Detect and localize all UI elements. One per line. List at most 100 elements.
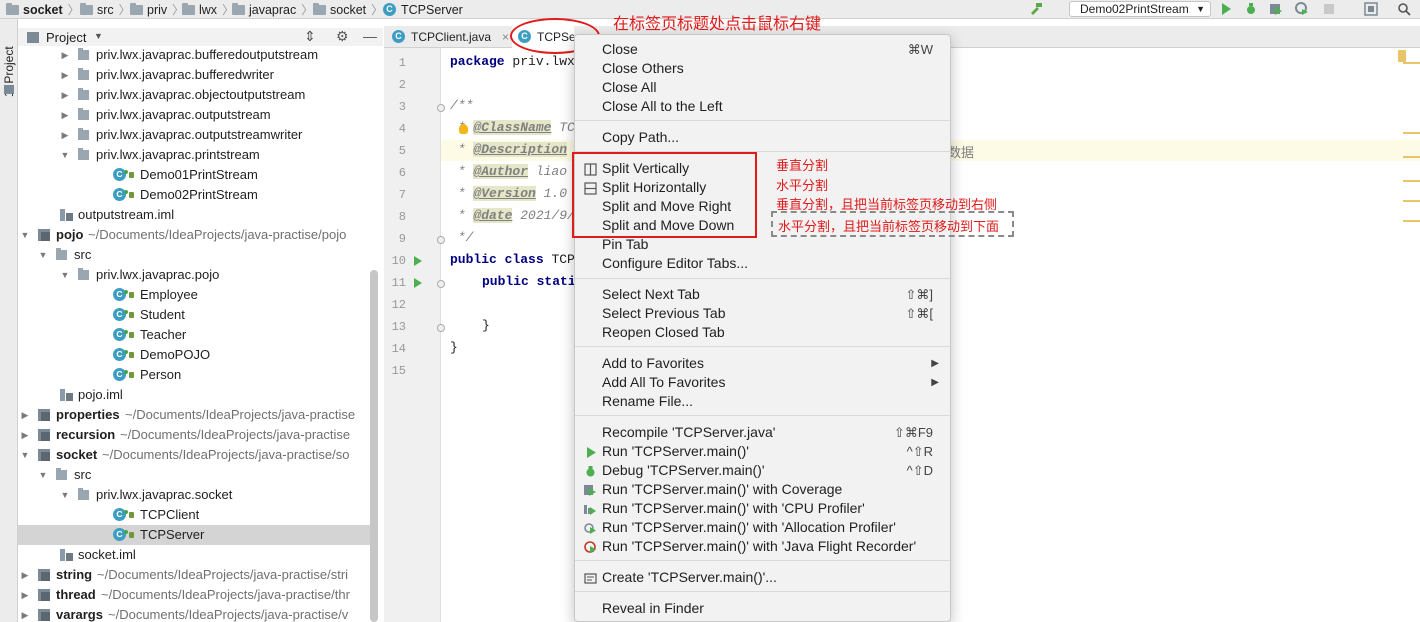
- select-previous-tab-menu-item[interactable]: Select Previous Tab ⇧⌘[: [575, 304, 950, 323]
- tree-row[interactable]: ▶ recursion ~/Documents/IdeaProjects/java-…: [18, 425, 370, 445]
- tree-row[interactable]: C TCPServer: [18, 525, 370, 545]
- crumb-socket[interactable]: socket 〉: [313, 2, 383, 17]
- code-line[interactable]: * @date 2021/9/: [450, 208, 575, 223]
- minimize-icon[interactable]: —: [363, 28, 377, 44]
- expanded-arrow-icon[interactable]: ▼: [60, 145, 70, 165]
- fold-marker-icon[interactable]: [437, 104, 445, 112]
- run-with-coverage-icon[interactable]: [1269, 2, 1283, 16]
- run-class-gutter-icon[interactable]: [414, 256, 422, 266]
- tree-row[interactable]: ▶ properties ~/Documents/IdeaProjects/java…: [18, 405, 370, 425]
- code-line[interactable]: package priv.lwx: [450, 54, 575, 69]
- error-stripe-marker[interactable]: [1403, 156, 1420, 158]
- collapsed-arrow-icon[interactable]: ▶: [20, 565, 30, 585]
- tree-row[interactable]: ▶ varargs ~/Documents/IdeaProjects/java-pr…: [18, 605, 370, 622]
- project-tool-button[interactable]: 1: Project: [2, 33, 16, 101]
- close-menu-item[interactable]: Close ⌘W: [575, 40, 950, 59]
- run-menu-item[interactable]: Run 'TCPServer.main()' ^⇧R: [575, 442, 950, 461]
- crumb-tcpserver[interactable]: C TCPServer: [383, 2, 463, 17]
- expanded-arrow-icon[interactable]: ▼: [20, 445, 30, 465]
- code-line[interactable]: * @Author liao: [450, 164, 567, 179]
- crumb-src[interactable]: src 〉: [80, 2, 131, 17]
- project-tree-scrollbar[interactable]: [370, 270, 378, 622]
- project-structure-icon[interactable]: [1364, 2, 1378, 16]
- code-line[interactable]: public stati: [482, 274, 576, 289]
- expanded-arrow-icon[interactable]: ▼: [38, 465, 48, 485]
- tree-row[interactable]: ▼ priv.lwx.javaprac.pojo: [18, 265, 370, 285]
- stop-icon[interactable]: [1322, 2, 1336, 16]
- run-main-gutter-icon[interactable]: [414, 278, 422, 288]
- add-to-favorites-menu-item[interactable]: Add to Favorites ▶: [575, 354, 950, 373]
- crumb-javaprac[interactable]: javaprac 〉: [232, 2, 313, 17]
- code-line[interactable]: * @Description: [450, 142, 568, 157]
- tree-row[interactable]: ▶ priv.lwx.javaprac.objectoutputstream: [18, 85, 370, 105]
- close-icon[interactable]: ×: [502, 26, 509, 48]
- tree-row[interactable]: ▶ string ~/Documents/IdeaProjects/java-pra…: [18, 565, 370, 585]
- gear-icon[interactable]: ⚙: [336, 28, 349, 45]
- tree-row[interactable]: ▼ src: [18, 465, 370, 485]
- tree-row[interactable]: ▼ priv.lwx.javaprac.printstream: [18, 145, 370, 165]
- tree-row[interactable]: ▼ priv.lwx.javaprac.socket: [18, 485, 370, 505]
- code-line[interactable]: }: [450, 340, 458, 355]
- search-everywhere-icon[interactable]: [1397, 2, 1411, 16]
- code-line[interactable]: * @ClassName TC: [450, 120, 575, 135]
- tab-tcpclient[interactable]: C TCPClient.java ×: [392, 26, 510, 48]
- reveal-in-finder-menu-item[interactable]: Reveal in Finder: [575, 599, 950, 618]
- collapsed-arrow-icon[interactable]: ▶: [20, 585, 30, 605]
- tree-row[interactable]: C Student: [18, 305, 370, 325]
- tree-row[interactable]: ▶ priv.lwx.javaprac.outputstreamwriter: [18, 125, 370, 145]
- tree-row[interactable]: ▶ priv.lwx.javaprac.bufferedwriter: [18, 65, 370, 85]
- tree-row[interactable]: pojo.iml: [18, 385, 370, 405]
- create-run-config-menu-item[interactable]: Create 'TCPServer.main()'...: [575, 568, 950, 587]
- code-line[interactable]: * @Version 1.0: [450, 186, 567, 201]
- error-stripe-marker[interactable]: [1403, 180, 1420, 182]
- collapsed-arrow-icon[interactable]: ▶: [60, 125, 70, 145]
- collapsed-arrow-icon[interactable]: ▶: [20, 405, 30, 425]
- run-with-cpu-profiler-menu-item[interactable]: Run 'TCPServer.main()' with 'CPU Profile…: [575, 499, 950, 518]
- run-with-flight-recorder-menu-item[interactable]: Run 'TCPServer.main()' with 'Java Flight…: [575, 537, 950, 556]
- configure-editor-tabs-menu-item[interactable]: Configure Editor Tabs...: [575, 254, 950, 273]
- tree-row[interactable]: C Employee: [18, 285, 370, 305]
- reopen-closed-tab-menu-item[interactable]: Reopen Closed Tab: [575, 323, 950, 342]
- intention-bulb-icon[interactable]: [459, 124, 468, 134]
- build-hammer-icon[interactable]: [1029, 2, 1043, 16]
- close-others-menu-item[interactable]: Close Others: [575, 59, 950, 78]
- code-line[interactable]: }: [482, 318, 490, 333]
- tree-row[interactable]: socket.iml: [18, 545, 370, 565]
- tree-row[interactable]: C Person: [18, 365, 370, 385]
- expanded-arrow-icon[interactable]: ▼: [60, 485, 70, 505]
- tree-row[interactable]: ▼ pojo ~/Documents/IdeaProjects/java-pract…: [18, 225, 370, 245]
- error-stripe-marker[interactable]: [1403, 62, 1420, 64]
- collapsed-arrow-icon[interactable]: ▶: [20, 425, 30, 445]
- fold-marker-icon[interactable]: [437, 236, 445, 244]
- collapsed-arrow-icon[interactable]: ▶: [60, 65, 70, 85]
- code-line[interactable]: public class TCP: [450, 252, 575, 267]
- error-stripe-marker[interactable]: [1403, 200, 1420, 202]
- debug-icon[interactable]: [1244, 2, 1258, 16]
- tree-row[interactable]: C DemoPOJO: [18, 345, 370, 365]
- tree-row[interactable]: C TCPClient: [18, 505, 370, 525]
- profiler-icon[interactable]: [1295, 2, 1309, 16]
- copy-path-menu-item[interactable]: Copy Path...: [575, 128, 950, 147]
- tree-row[interactable]: C Teacher: [18, 325, 370, 345]
- expanded-arrow-icon[interactable]: ▼: [20, 225, 30, 245]
- tree-row[interactable]: ▼ src: [18, 245, 370, 265]
- close-all-menu-item[interactable]: Close All: [575, 78, 950, 97]
- expanded-arrow-icon[interactable]: ▼: [38, 245, 48, 265]
- run-configuration-select[interactable]: Demo02PrintStream ▼: [1069, 1, 1211, 17]
- collapsed-arrow-icon[interactable]: ▶: [60, 85, 70, 105]
- recompile-menu-item[interactable]: Recompile 'TCPServer.java' ⇧⌘F9: [575, 423, 950, 442]
- close-all-left-menu-item[interactable]: Close All to the Left: [575, 97, 950, 116]
- project-panel-title[interactable]: Project: [46, 30, 86, 45]
- collapsed-arrow-icon[interactable]: ▶: [20, 605, 30, 622]
- add-all-to-favorites-menu-item[interactable]: Add All To Favorites ▶: [575, 373, 950, 392]
- tree-row[interactable]: ▶ priv.lwx.javaprac.outputstream: [18, 105, 370, 125]
- debug-menu-item[interactable]: Debug 'TCPServer.main()' ^⇧D: [575, 461, 950, 480]
- tree-row[interactable]: ▶ priv.lwx.javaprac.bufferedoutputstream: [18, 46, 370, 65]
- tree-row[interactable]: ▶ thread ~/Documents/IdeaProjects/java-pra…: [18, 585, 370, 605]
- run-with-allocation-profiler-menu-item[interactable]: Run 'TCPServer.main()' with 'Allocation …: [575, 518, 950, 537]
- tree-row[interactable]: outputstream.iml: [18, 205, 370, 225]
- run-icon[interactable]: [1219, 2, 1233, 16]
- fold-marker-icon[interactable]: [437, 324, 445, 332]
- run-with-coverage-menu-item[interactable]: Run 'TCPServer.main()' with Coverage: [575, 480, 950, 499]
- rename-file-menu-item[interactable]: Rename File...: [575, 392, 950, 411]
